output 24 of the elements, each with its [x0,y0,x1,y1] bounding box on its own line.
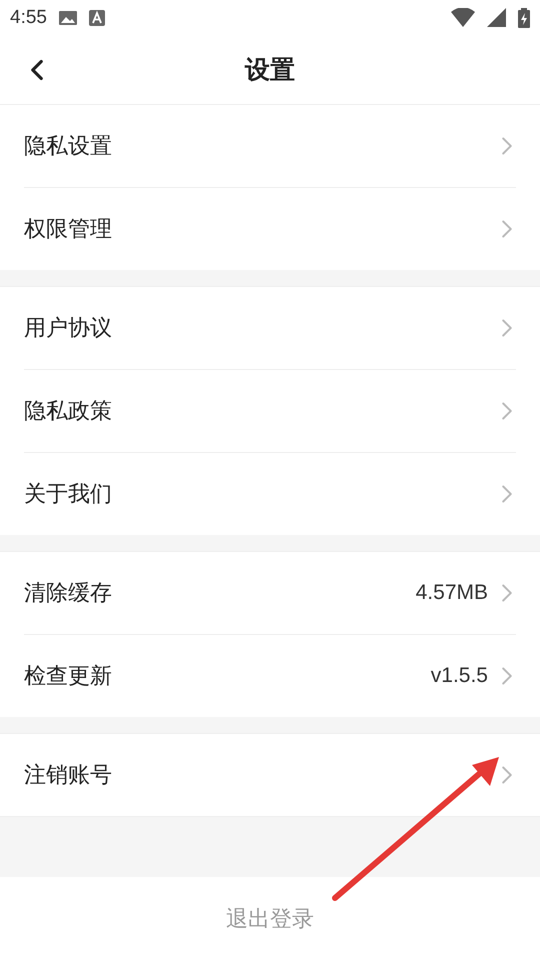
row-label: 隐私设置 [24,133,113,161]
settings-row[interactable]: 权限管理 [24,187,516,270]
app-icon [88,10,105,26]
image-icon [58,10,77,26]
settings-row[interactable]: 隐私设置 [24,105,516,187]
row-label: 关于我们 [24,481,113,509]
row-label: 注销账号 [24,762,113,790]
signal-icon [487,8,506,27]
settings-row[interactable]: 清除缓存 4.57MB [24,552,516,634]
settings-row[interactable]: 隐私政策 [24,369,516,452]
row-label: 检查更新 [24,663,113,691]
row-label: 用户协议 [24,315,113,343]
wifi-icon [451,8,475,27]
row-label: 隐私政策 [24,398,113,426]
row-label: 清除缓存 [24,580,113,608]
row-value: 4.57MB [416,581,488,605]
row-value: v1.5.5 [430,664,488,688]
page-title: 设置 [245,54,295,86]
settings-row[interactable]: 检查更新 v1.5.5 [24,634,516,717]
settings-row[interactable]: 用户协议 [24,287,516,369]
battery-icon [518,8,530,28]
row-label: 权限管理 [24,216,113,244]
settings-row[interactable]: 关于我们 [24,452,516,535]
status-time: 4:55 [10,6,47,28]
